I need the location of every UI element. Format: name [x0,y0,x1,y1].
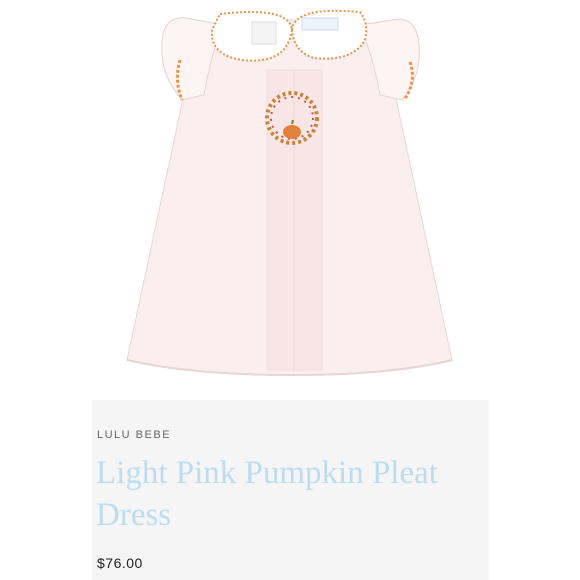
dress-illustration [126,9,453,377]
product-card[interactable]: LULU BEBE Light Pink Pumpkin Pleat Dress… [92,0,489,580]
pumpkin-embroidery [283,125,301,139]
product-title[interactable]: Light Pink Pumpkin Pleat Dress [96,452,488,536]
brand-name[interactable]: LULU BEBE [97,429,171,441]
product-info: LULU BEBE Light Pink Pumpkin Pleat Dress… [92,400,489,580]
label-tag [251,21,277,45]
product-price: $76.00 [97,555,143,571]
product-image[interactable] [92,0,489,400]
